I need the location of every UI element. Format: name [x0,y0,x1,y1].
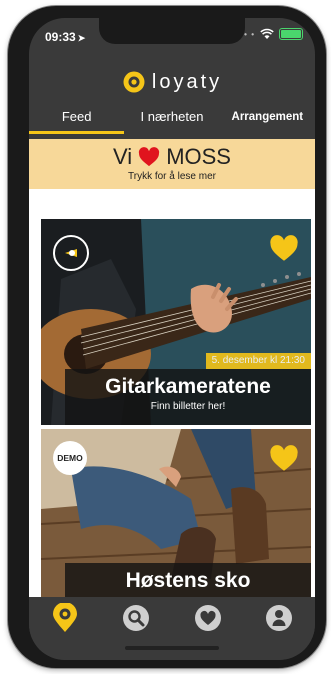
event-card-gitarkameratene[interactable]: 5. desember kl 21:30 Gitarkameratene Fin… [41,219,311,425]
bottom-nav [29,597,315,660]
event-card-hostens-sko[interactable]: DEMO Høstens sko [41,429,311,597]
nav-search-button[interactable] [119,601,153,635]
logo-pin-icon [65,249,77,257]
profile-icon [266,605,293,631]
wifi-icon [260,28,274,39]
nav-profile-button[interactable] [262,601,296,635]
tab-bar: Feed I nærheten Arrangement [29,106,315,136]
tab-events[interactable]: Arrangement [220,106,315,136]
phone-frame: 09:33➤ • • • • loyaty Feed I nærheten [8,6,326,668]
card-title: Gitarkameratene [105,375,271,398]
tab-nearby[interactable]: I nærheten [124,106,219,136]
tab-feed[interactable]: Feed [29,106,125,136]
app-title: loyaty [151,70,223,93]
search-icon [123,605,150,631]
card-title: Høstens sko [125,569,251,592]
favorite-heart-icon[interactable] [269,445,299,472]
logo-pin-icon [123,71,145,93]
status-time: 09:33 ➤ [45,30,86,44]
nav-feed-button[interactable] [48,601,82,635]
banner-title-right: MOSS [166,144,231,169]
battery-icon [279,28,303,40]
home-indicator [125,646,219,650]
app-screen: 09:33➤ • • • • loyaty Feed I nærheten [29,18,315,660]
event-date: 5. desember kl 21:30 [205,353,311,369]
heart-icon [139,147,160,167]
location-arrow-icon: ➤ [77,33,86,43]
card-caption: Høstens sko [65,563,311,597]
banner-subtitle: Trykk for å lese mer [128,171,216,182]
banner-title-left: Vi [113,144,133,169]
card-subtitle: Finn billetter her! [150,401,226,412]
app-header: loyaty [29,66,315,98]
promo-banner[interactable]: Vi MOSS Trykk for å lese mer [29,139,315,189]
location-pin-icon [52,603,77,632]
card-caption: Gitarkameratene Finn billetter her! [65,369,311,425]
device-notch [99,18,245,44]
favorite-heart-icon[interactable] [269,235,299,262]
demo-badge: DEMO [53,441,87,475]
banner-title: Vi MOSS [29,144,315,170]
nav-favorites-button[interactable] [191,601,225,635]
heart-icon [194,605,221,631]
venue-logo-badge [53,235,89,271]
feed-content: Vi MOSS Trykk for å lese mer 5. desember… [29,139,315,597]
